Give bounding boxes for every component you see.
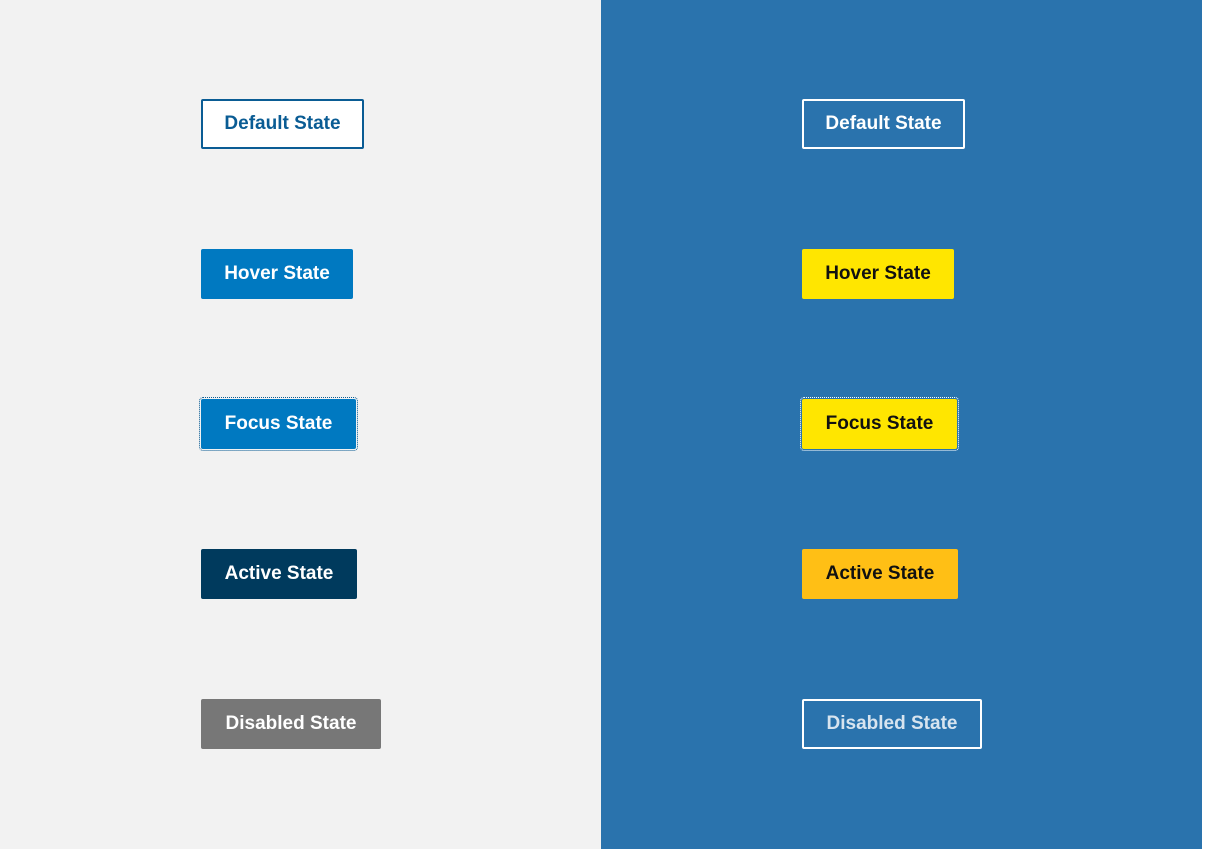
light-default-state-button[interactable]: Default State: [201, 99, 364, 149]
light-focus-state-button[interactable]: Focus State: [199, 397, 358, 451]
dark-hover-state-button[interactable]: Hover State: [802, 249, 954, 299]
light-hover-state-button[interactable]: Hover State: [201, 249, 353, 299]
light-active-state-button[interactable]: Active State: [201, 549, 357, 599]
button-states-showcase: Default State Hover State Focus State Ac…: [0, 0, 1205, 850]
dark-theme-panel: Default State Hover State Focus State Ac…: [601, 0, 1202, 849]
dark-disabled-state-button: Disabled State: [802, 699, 982, 749]
light-theme-panel: Default State Hover State Focus State Ac…: [0, 0, 601, 849]
dark-active-state-button[interactable]: Active State: [802, 549, 958, 599]
light-disabled-state-button: Disabled State: [201, 699, 381, 749]
dark-focus-state-button[interactable]: Focus State: [800, 397, 959, 451]
dark-default-state-button[interactable]: Default State: [802, 99, 965, 149]
